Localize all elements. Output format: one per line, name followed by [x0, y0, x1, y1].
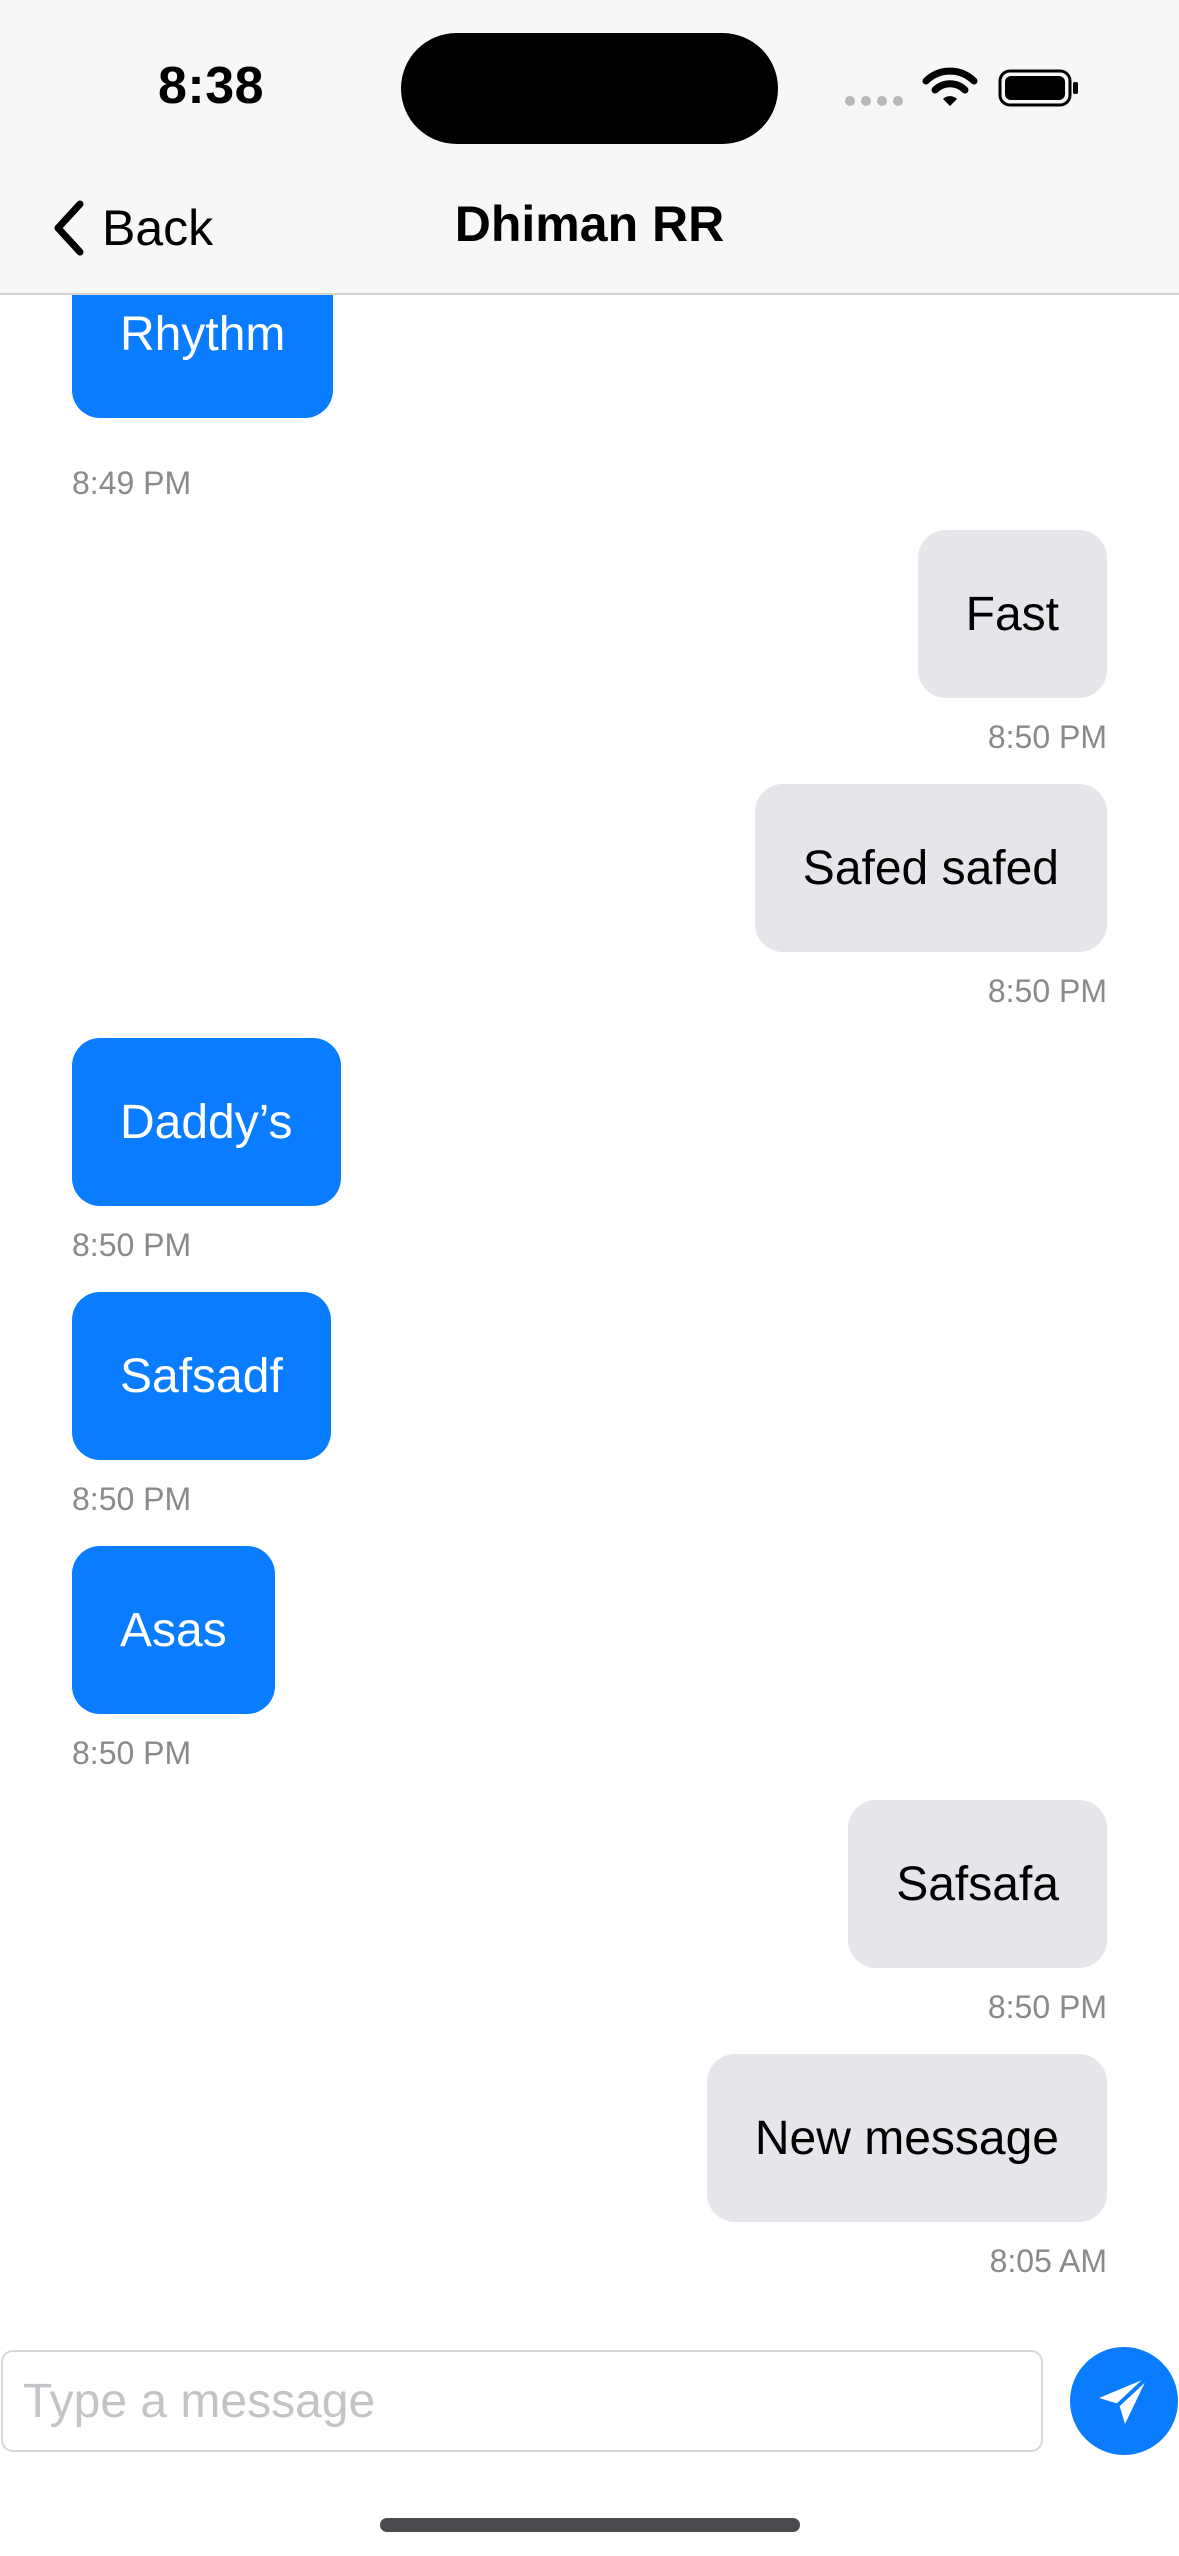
received-message-bubble[interactable]: Daddy’s	[72, 1038, 341, 1206]
message-timestamp: 8:50 PM	[72, 1735, 192, 1771]
dynamic-island	[401, 33, 778, 144]
message-timestamp: 8:05 AM	[989, 2243, 1107, 2279]
navigation-header: 8:38 Back Dhiman RR	[0, 0, 1179, 295]
battery-icon	[998, 69, 1078, 107]
message-input[interactable]	[1, 2350, 1043, 2452]
received-message-bubble[interactable]: Asas	[72, 1546, 275, 1714]
home-indicator[interactable]	[380, 2518, 800, 2532]
message-timestamp: 8:50 PM	[987, 719, 1107, 755]
message-timestamp: 8:49 PM	[72, 465, 192, 501]
message-list[interactable]: Rhythm 8:49 PM Fast 8:50 PM Safed safed …	[0, 295, 1179, 2335]
message-timestamp: 8:50 PM	[72, 1481, 192, 1517]
conversation-title: Dhiman RR	[454, 196, 725, 252]
status-bar-time: 8:38	[158, 57, 265, 115]
wifi-icon	[922, 67, 978, 106]
received-message-bubble[interactable]: Rhythm	[72, 295, 334, 418]
sent-message-bubble[interactable]: Safed safed	[754, 784, 1107, 952]
sent-message-bubble[interactable]: Safsafa	[848, 1800, 1107, 1968]
sent-message-bubble[interactable]: Fast	[917, 530, 1107, 698]
received-message-bubble[interactable]: Safsadf	[72, 1292, 331, 1460]
message-timestamp: 8:50 PM	[987, 973, 1107, 1009]
send-button[interactable]	[1070, 2347, 1178, 2455]
message-timestamp: 8:50 PM	[72, 1227, 192, 1263]
paper-plane-icon	[1099, 2376, 1149, 2424]
cellular-signal-icon	[845, 96, 903, 106]
sent-message-bubble[interactable]: New message	[706, 2054, 1107, 2222]
message-timestamp: 8:50 PM	[987, 1989, 1107, 2025]
